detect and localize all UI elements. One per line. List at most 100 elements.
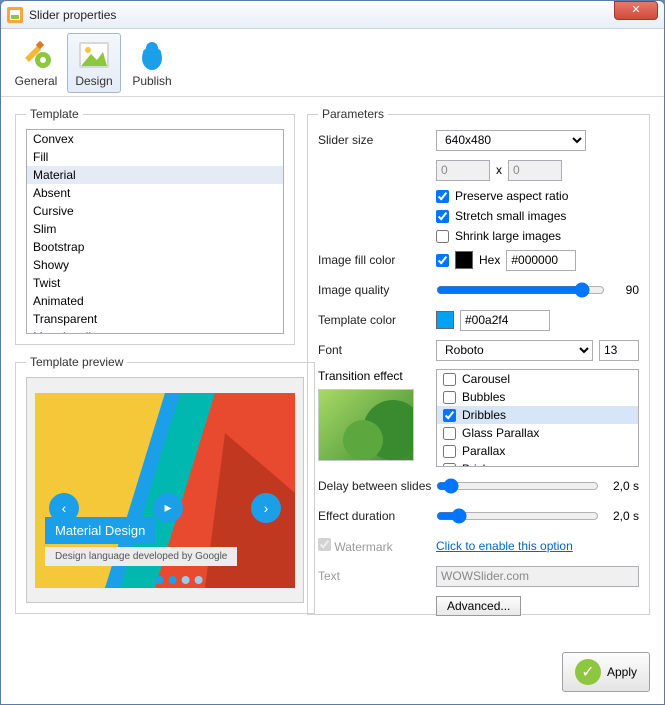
template-legend: Template — [26, 107, 83, 121]
template-group: Template ConvexFillMaterialAbsentCursive… — [15, 107, 295, 345]
tab-design-label: Design — [75, 74, 112, 88]
transition-item[interactable]: Brick — [437, 460, 638, 467]
tplcolor-input[interactable] — [460, 310, 550, 331]
gear-icon — [19, 38, 53, 72]
preserve-checkbox[interactable] — [436, 190, 449, 203]
template-item[interactable]: Animated — [27, 292, 283, 310]
height-input[interactable] — [508, 160, 562, 181]
transition-checkbox[interactable] — [443, 409, 456, 422]
transition-item-label: Parallax — [462, 444, 505, 458]
transition-preview — [318, 389, 414, 461]
tplcolor-label: Template color — [318, 313, 436, 327]
font-size-input[interactable] — [599, 340, 639, 361]
preview-dots — [156, 576, 203, 584]
close-button[interactable]: ✕ — [614, 1, 658, 20]
stretch-checkbox[interactable] — [436, 210, 449, 223]
transition-item[interactable]: Bubbles — [437, 388, 638, 406]
dot[interactable] — [182, 576, 190, 584]
quality-slider[interactable] — [436, 282, 605, 298]
duration-slider[interactable] — [436, 508, 599, 524]
toolbar: General Design Publish — [1, 29, 664, 97]
template-item[interactable]: Cursive — [27, 202, 283, 220]
transition-item-label: Dribbles — [462, 408, 506, 422]
publish-icon — [135, 38, 169, 72]
tab-general-label: General — [15, 74, 58, 88]
transition-checkbox[interactable] — [443, 445, 456, 458]
apply-button[interactable]: ✓ Apply — [562, 652, 650, 692]
template-item[interactable]: Megalopolis — [27, 328, 283, 334]
stretch-label: Stretch small images — [455, 209, 566, 223]
quality-label: Image quality — [318, 283, 436, 297]
enable-link[interactable]: Click to enable this option — [436, 539, 573, 553]
fill-color-label: Image fill color — [318, 253, 436, 267]
apply-label: Apply — [607, 665, 637, 679]
transition-checkbox[interactable] — [443, 463, 456, 468]
fill-color-swatch[interactable] — [455, 251, 473, 269]
template-item[interactable]: Material — [27, 166, 283, 184]
transition-item-label: Carousel — [462, 372, 510, 386]
parameters-group: Parameters Slider size 640x480 x Preserv — [307, 107, 650, 615]
text-input — [436, 566, 639, 587]
transition-item[interactable]: Glass Parallax — [437, 424, 638, 442]
transition-item[interactable]: Carousel — [437, 370, 638, 388]
right-column: Parameters Slider size 640x480 x Preserv — [307, 107, 650, 625]
tab-general[interactable]: General — [9, 33, 63, 93]
slider-size-select[interactable]: 640x480 — [436, 130, 586, 151]
duration-value: 2,0 s — [605, 509, 639, 523]
transition-item[interactable]: Dribbles — [437, 406, 638, 424]
preview-legend: Template preview — [26, 355, 127, 369]
fill-checkbox[interactable] — [436, 254, 449, 267]
tab-design[interactable]: Design — [67, 33, 121, 93]
template-item[interactable]: Showy — [27, 256, 283, 274]
content: Template ConvexFillMaterialAbsentCursive… — [1, 97, 664, 635]
width-input[interactable] — [436, 160, 490, 181]
watermark-checkbox — [318, 538, 331, 551]
check-icon: ✓ — [575, 659, 601, 685]
transition-item[interactable]: Parallax — [437, 442, 638, 460]
delay-value: 2,0 s — [605, 479, 639, 493]
titlebar: Slider properties ✕ — [1, 1, 664, 29]
preview-box: ‹ ▸ › Material Design Design language de… — [26, 377, 304, 603]
template-item[interactable]: Twist — [27, 274, 283, 292]
dot[interactable] — [156, 576, 164, 584]
template-item[interactable]: Absent — [27, 184, 283, 202]
shrink-label: Shrink large images — [455, 229, 561, 243]
font-label: Font — [318, 343, 436, 357]
template-item[interactable]: Transparent — [27, 310, 283, 328]
fill-hex-input[interactable] — [506, 250, 576, 271]
transition-checkbox[interactable] — [443, 427, 456, 440]
preserve-label: Preserve aspect ratio — [455, 189, 568, 203]
window: Slider properties ✕ General Design Publi… — [0, 0, 665, 705]
template-item[interactable]: Fill — [27, 148, 283, 166]
text-label: Text — [318, 569, 436, 583]
trans-label: Transition effect — [318, 369, 436, 383]
next-arrow-icon[interactable]: › — [251, 493, 281, 523]
tab-publish[interactable]: Publish — [125, 33, 179, 93]
app-icon — [7, 7, 23, 23]
tab-publish-label: Publish — [132, 74, 171, 88]
image-icon — [77, 38, 111, 72]
transition-listbox[interactable]: Carousel Bubbles Dribbles Glass Parallax Par… — [436, 369, 639, 467]
hex-label: Hex — [479, 253, 500, 267]
dot[interactable] — [195, 576, 203, 584]
slider-size-label: Slider size — [318, 133, 436, 147]
window-title: Slider properties — [29, 8, 614, 22]
template-listbox[interactable]: ConvexFillMaterialAbsentCursiveSlimBoots… — [26, 129, 284, 334]
template-item[interactable]: Bootstrap — [27, 238, 283, 256]
delay-slider[interactable] — [436, 478, 599, 494]
template-item[interactable]: Convex — [27, 130, 283, 148]
duration-label: Effect duration — [318, 509, 436, 523]
preview-group: Template preview ‹ ▸ › Material — [15, 355, 315, 614]
transition-checkbox[interactable] — [443, 373, 456, 386]
font-select[interactable]: Roboto — [436, 340, 593, 361]
dot[interactable] — [169, 576, 177, 584]
preview-title: Material Design — [45, 517, 155, 544]
play-icon[interactable]: ▸ — [153, 493, 183, 523]
template-item[interactable]: Slim — [27, 220, 283, 238]
advanced-button[interactable]: Advanced... — [436, 596, 521, 616]
preview-subtitle: Design language developed by Google — [45, 547, 237, 566]
transition-checkbox[interactable] — [443, 391, 456, 404]
transition-item-label: Brick — [462, 462, 489, 467]
tplcolor-swatch[interactable] — [436, 311, 454, 329]
shrink-checkbox[interactable] — [436, 230, 449, 243]
